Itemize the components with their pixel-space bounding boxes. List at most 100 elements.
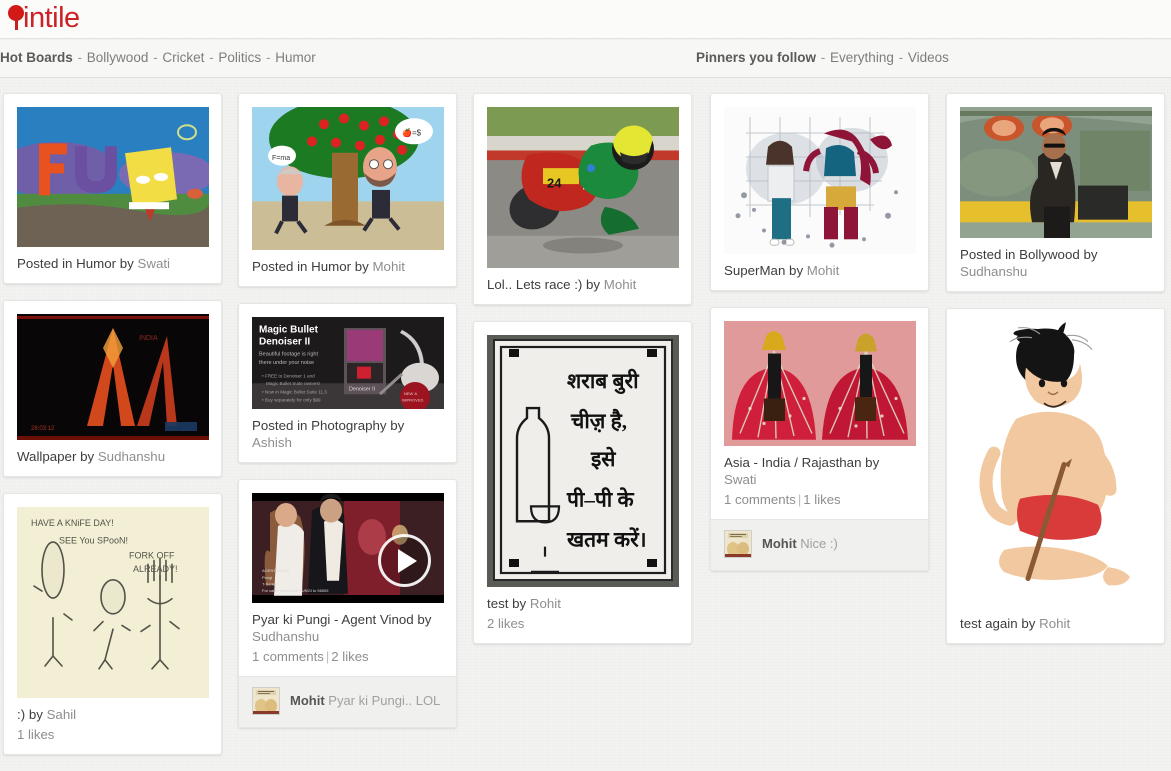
svg-text:For caller tunes sms PUNGI to: For caller tunes sms PUNGI to 56505 (262, 588, 329, 593)
pin-caption: Pyar ki Pungi - Agent Vinod by Sudhanshu (252, 611, 443, 645)
magic-bullet-denoiser-ad-image[interactable]: Magic Bullet Denoiser II Beautiful foota… (252, 317, 444, 409)
card-knife-day-cartoon[interactable]: HAVE A KNiFE DAY! SEE You SPooN! FORK OF… (3, 493, 222, 755)
svg-text:HAVE A KNiFE DAY!: HAVE A KNiFE DAY! (31, 518, 114, 528)
pin-author-link[interactable]: Rohit (1039, 616, 1070, 631)
spongebob-fun-letters-image[interactable] (17, 107, 209, 247)
pin-title: test again by (960, 616, 1040, 631)
svg-text:चीज़़ है,: चीज़़ है, (570, 408, 627, 433)
nav-title-pinners-you-follow: Pinners you follow (696, 50, 817, 65)
column-4: SuperMan by Mohit Asia - India / Rajasth… (710, 93, 929, 587)
card-motorbike-race[interactable]: 24 Lol.. Lets race :) by Mohit (473, 93, 692, 305)
logo-text: intile (23, 2, 80, 34)
pin-author-link[interactable]: Rohit (530, 596, 561, 611)
pin-caption: Posted in Bollywood by Sudhanshu (960, 246, 1151, 280)
nav-link-politics[interactable]: Politics (218, 50, 261, 65)
card-wallpaper-agent-vinod[interactable]: INDIA 28:03:12 Wallpaper by Sudhanshu (3, 300, 222, 477)
actor-helicopter-image[interactable] (960, 107, 1152, 238)
nav-link-cricket[interactable]: Cricket (162, 50, 204, 65)
play-button-icon[interactable] (378, 534, 431, 587)
comments-count[interactable]: 1 comments (724, 492, 796, 507)
avatar[interactable] (724, 530, 752, 558)
svg-text:NEW &: NEW & (404, 391, 417, 396)
card-fun-spongebob[interactable]: Posted in Humor by Swati (3, 93, 222, 284)
likes-count[interactable]: 1 likes (17, 727, 54, 742)
card-newton-jobs-apple[interactable]: F=ma 🍎=$ Posted in Humor by Mohit (238, 93, 457, 287)
svg-text:there under your noise: there under your noise (259, 360, 314, 366)
nav-link-everything[interactable]: Everything (830, 50, 894, 65)
card-asia-india-rajasthan[interactable]: Asia - India / Rajasthan by Swati 1 comme… (710, 307, 929, 571)
pin-caption: :) by Sahil (17, 706, 208, 723)
column-1: Posted in Humor by Swati INDIA 28:03:12 … (3, 93, 222, 771)
pin-title: Asia - India / Rajasthan by (724, 455, 880, 470)
column-3: 24 Lol.. Lets race :) by Mohit शराब बुरी… (473, 93, 692, 660)
svg-text:ALREADY!: ALREADY! (133, 564, 178, 574)
pin-caption: Wallpaper by Sudhanshu (17, 448, 208, 465)
card-superman[interactable]: SuperMan by Mohit (710, 93, 929, 291)
agent-vinod-wallpaper-image[interactable]: INDIA 28:03:12 (17, 314, 209, 440)
pin-author-link[interactable]: Ashish (252, 435, 292, 450)
cutlery-cartoon-image[interactable]: HAVE A KNiFE DAY! SEE You SPooN! FORK OF… (17, 507, 209, 698)
likes-count[interactable]: 1 likes (803, 492, 840, 507)
card-mowgli[interactable]: test again by Rohit (946, 308, 1165, 644)
nav-link-videos[interactable]: Videos (908, 50, 949, 65)
pin-title: Posted in Bollywood by (960, 247, 1098, 262)
comment-body: Pyar ki Pungi.. LOL :P (328, 693, 443, 708)
pin-caption: test again by Rohit (960, 615, 1151, 632)
nav-separator: - (77, 50, 83, 65)
pin-title: :) by (17, 707, 47, 722)
avatar[interactable] (252, 687, 280, 715)
comment-strip: Mohit Nice :) (711, 519, 928, 570)
card-pyar-ki-pungi-video[interactable]: AGENT VINOD Pungi T-Series For caller tu… (238, 479, 457, 728)
pin-author-link[interactable]: Mohit (604, 277, 637, 292)
svg-text:Denoiser II: Denoiser II (349, 387, 375, 393)
nav-link-humor[interactable]: Humor (275, 50, 316, 65)
pin-author-link[interactable]: Mohit (807, 263, 840, 278)
pin-author-link[interactable]: Mohit (372, 259, 405, 274)
rajasthan-puppets-image[interactable] (724, 321, 916, 446)
nav-title-hot-boards: Hot Boards (0, 50, 73, 65)
pin-author-link[interactable]: Sudhanshu (960, 264, 1027, 279)
comments-count[interactable]: 1 comments (252, 649, 324, 664)
svg-text:• Buy separately for only $99: • Buy separately for only $99 (262, 398, 321, 403)
comment-author[interactable]: Mohit (762, 536, 797, 551)
mowgli-cartoon-image[interactable] (960, 322, 1152, 607)
masthead: intile (0, 0, 1171, 39)
pin-title: Posted in Humor by (17, 256, 138, 271)
pyar-ki-pungi-video-image[interactable]: AGENT VINOD Pungi T-Series For caller tu… (252, 493, 444, 603)
newton-jobs-apple-tree-image[interactable]: F=ma 🍎=$ (252, 107, 444, 250)
nav-link-bollywood[interactable]: Bollywood (87, 50, 149, 65)
column-2: F=ma 🍎=$ Posted in Humor by Mohit Magic … (238, 93, 457, 744)
comment-body: Nice :) (800, 536, 838, 551)
card-sharab-buri-cheez[interactable]: शराब बुरी चीज़़ है, इसे पी–पी के खतम करें… (473, 321, 692, 644)
pin-author-link[interactable]: Swati (724, 472, 757, 487)
pin-meta: 2 likes (487, 615, 678, 632)
svg-text:FORK OFF: FORK OFF (129, 551, 175, 561)
pin-author-link[interactable]: Sahil (47, 707, 77, 722)
superman-illustration-image[interactable] (724, 107, 916, 254)
svg-text:पी–पी के: पी–पी के (566, 486, 634, 511)
nav-group-hot-boards: Hot Boards - Bollywood - Cricket - Polit… (0, 50, 316, 65)
pin-author-link[interactable]: Swati (137, 256, 170, 271)
likes-count[interactable]: 2 likes (331, 649, 368, 664)
hindi-liquor-sign-image[interactable]: शराब बुरी चीज़़ है, इसे पी–पी के खतम करें… (487, 335, 679, 587)
card-magic-bullet-denoiser[interactable]: Magic Bullet Denoiser II Beautiful foota… (238, 303, 457, 463)
nav-group-pinners-you-follow: Pinners you follow - Everything - Videos (696, 50, 949, 65)
motorbike-racer-image[interactable]: 24 (487, 107, 679, 268)
pin-author-link[interactable]: Sudhanshu (98, 449, 165, 464)
column-5: Posted in Bollywood by Sudhanshu test ag… (946, 93, 1165, 660)
svg-text:SEE You SPooN!: SEE You SPooN! (59, 535, 128, 545)
card-bollywood-helicopter[interactable]: Posted in Bollywood by Sudhanshu (946, 93, 1165, 292)
site-logo[interactable]: intile (8, 2, 80, 34)
pin-caption: Posted in Humor by Swati (17, 255, 208, 272)
pin-author-link[interactable]: Sudhanshu (252, 629, 319, 644)
pin-caption: SuperMan by Mohit (724, 262, 915, 279)
pin-title: Pyar ki Pungi - Agent Vinod by (252, 612, 432, 627)
svg-text:खतम करें।: खतम करें। (566, 527, 647, 552)
svg-text:• Now in Magic Bullet Suite 11: • Now in Magic Bullet Suite 11.3 (262, 389, 327, 394)
svg-text:INDIA: INDIA (139, 335, 158, 342)
pin-title: Posted in Humor by (252, 259, 373, 274)
pin-meta: 1 comments | 2 likes (252, 648, 443, 665)
likes-count[interactable]: 2 likes (487, 616, 524, 631)
comment-author[interactable]: Mohit (290, 693, 325, 708)
pin-caption: Lol.. Lets race :) by Mohit (487, 276, 678, 293)
